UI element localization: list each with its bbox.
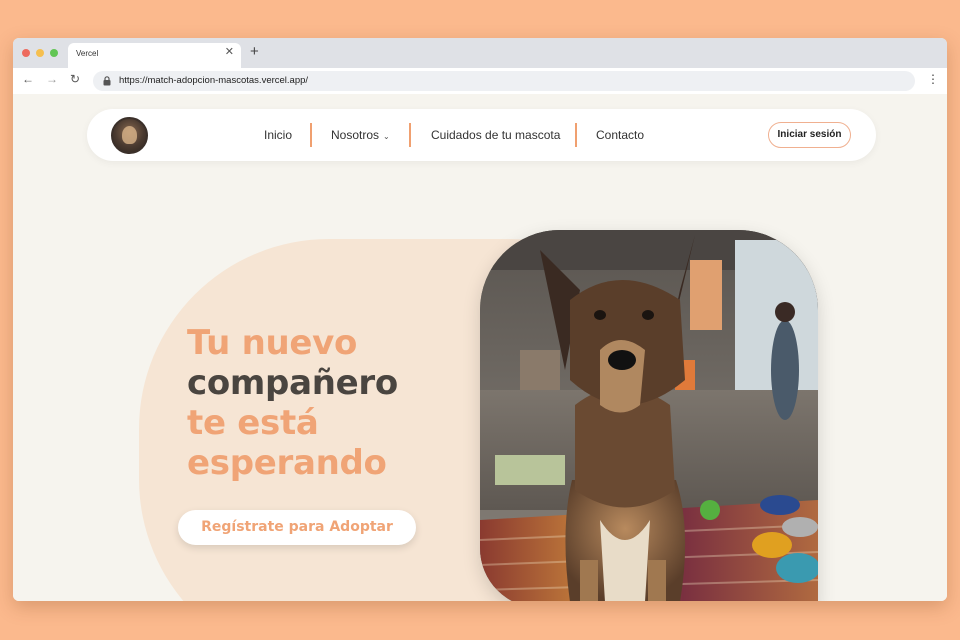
web-page: Inicio Nosotros ⌄ Cuidados de tu mascota …: [13, 94, 947, 601]
url-text: https://match-adopcion-mascotas.vercel.a…: [119, 75, 309, 86]
nav-item-inicio[interactable]: Inicio: [264, 128, 292, 142]
back-arrow-icon[interactable]: ←: [22, 73, 34, 85]
headline-line-4: esperando: [187, 443, 387, 483]
nav-item-contacto[interactable]: Contacto: [596, 128, 644, 142]
tab-title: Vercel: [76, 49, 99, 58]
close-window-icon[interactable]: [22, 49, 30, 57]
minimize-window-icon[interactable]: [36, 49, 44, 57]
nav-item-cuidados[interactable]: Cuidados de tu mascota: [431, 128, 560, 142]
login-button[interactable]: Iniciar sesión: [768, 122, 851, 148]
chevron-down-icon: ⌄: [383, 132, 390, 141]
browser-menu-icon[interactable]: ⋮: [927, 73, 939, 85]
register-adopt-button[interactable]: Regístrate para Adoptar: [178, 510, 416, 545]
hero-headline: Tu nuevo compañero te está esperando: [187, 323, 398, 483]
tab-close-icon[interactable]: ✕: [225, 47, 234, 58]
browser-tab[interactable]: Vercel ✕: [68, 43, 241, 68]
nav-divider: [310, 123, 312, 147]
site-navbar: Inicio Nosotros ⌄ Cuidados de tu mascota …: [87, 109, 876, 161]
browser-toolbar: ← → ↻ https://match-adopcion-mascotas.ve…: [13, 68, 947, 94]
nav-divider: [409, 123, 411, 147]
nav-item-nosotros[interactable]: Nosotros ⌄: [331, 128, 390, 142]
maximize-window-icon[interactable]: [50, 49, 58, 57]
logo-pets-graphic: [122, 126, 137, 144]
headline-line-3: te está: [187, 403, 319, 443]
headline-line-1: Tu nuevo: [187, 323, 358, 363]
new-tab-icon[interactable]: +: [250, 44, 259, 59]
address-bar[interactable]: https://match-adopcion-mascotas.vercel.a…: [93, 71, 915, 91]
tab-bar: Vercel ✕ +: [13, 38, 947, 68]
lock-icon: [103, 76, 111, 86]
dog-photo-illustration: [480, 230, 818, 601]
headline-line-2: compañero: [187, 363, 398, 403]
pet-logo-icon[interactable]: [111, 117, 148, 154]
forward-arrow-icon[interactable]: →: [46, 73, 58, 85]
reload-icon[interactable]: ↻: [70, 73, 80, 85]
dog-photo: [480, 230, 818, 601]
nav-divider: [575, 123, 577, 147]
browser-window: Vercel ✕ + ← → ↻ https://match-adopcion-…: [13, 38, 947, 601]
nav-item-nosotros-label: Nosotros: [331, 128, 380, 142]
